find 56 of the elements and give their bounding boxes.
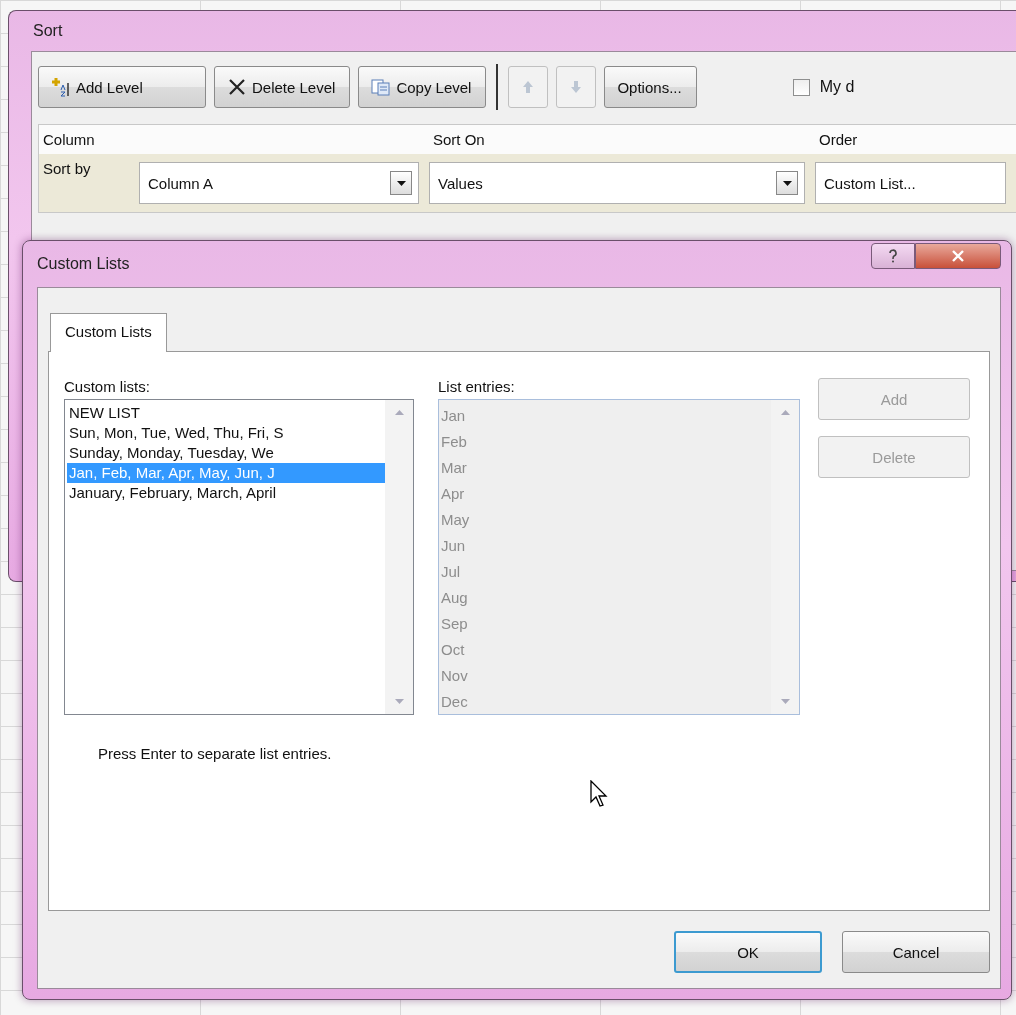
scroll-down-arrow-icon bbox=[780, 699, 790, 704]
toolbar-button[interactable]: Delete Level bbox=[214, 66, 351, 108]
dropdown-arrow-icon bbox=[782, 180, 792, 186]
toolbar-button[interactable]: Copy Level bbox=[358, 66, 487, 108]
order-dropdown[interactable]: Custom List... bbox=[815, 162, 1006, 204]
checkbox[interactable] bbox=[792, 78, 810, 96]
list-item[interactable]: Sunday, Monday, Tuesday, We bbox=[67, 443, 385, 463]
dropdown-arrow-icon bbox=[396, 180, 406, 186]
scroll-up-arrow-icon bbox=[780, 410, 790, 415]
toolbar-button[interactable]: Options... bbox=[604, 66, 697, 108]
close-button[interactable] bbox=[915, 243, 1001, 269]
list-entry: Dec bbox=[441, 692, 469, 712]
list-entry: May bbox=[441, 510, 471, 530]
question-mark-icon bbox=[888, 249, 898, 263]
scroll-down-arrow-icon bbox=[394, 699, 404, 704]
mouse-cursor-icon bbox=[590, 780, 608, 808]
list-item[interactable]: January, February, March, April bbox=[67, 483, 385, 503]
list-entry: Aug bbox=[441, 588, 469, 608]
add-level-icon bbox=[51, 77, 71, 97]
help-button[interactable] bbox=[871, 243, 915, 269]
copy-icon bbox=[371, 77, 392, 97]
scroll-up-arrow-icon bbox=[394, 410, 404, 415]
list-entry: Apr bbox=[441, 484, 466, 504]
window-title: Sort bbox=[33, 22, 63, 40]
scrollbar[interactable] bbox=[385, 400, 413, 714]
custom-lists-listbox[interactable]: NEW LIST Sun, Mon, Tue, Wed, Thu, Fri, S Sunday, Monday, Tuesday, We Jan, Feb, Mar, Apr, May, Jun, J January, February, March, April bbox=[64, 399, 414, 715]
list-entry: Jan bbox=[441, 406, 467, 426]
up-arrow-icon bbox=[522, 80, 535, 94]
x-icon bbox=[227, 77, 247, 97]
field-label: List entries: bbox=[438, 378, 516, 395]
window-title: Custom Lists bbox=[37, 255, 130, 273]
list-entry: Feb bbox=[441, 432, 468, 452]
down-arrow-icon bbox=[570, 80, 583, 94]
field-label: Custom lists: bbox=[64, 378, 151, 395]
sort-on-dropdown[interactable]: Values bbox=[429, 162, 805, 204]
list-entry: Jul bbox=[441, 562, 462, 582]
sort-level-row[interactable]: Sort by Column A Values Custom List... bbox=[39, 154, 1016, 212]
list-entry: Nov bbox=[441, 666, 469, 686]
column-dropdown[interactable]: Column A bbox=[139, 162, 419, 204]
column-header: Sort On bbox=[429, 125, 815, 154]
hint-text: Press Enter to separate list entries. bbox=[98, 745, 333, 762]
column-header: Order bbox=[815, 125, 1016, 154]
column-header: Column bbox=[39, 125, 429, 154]
list-entry: Jun bbox=[441, 536, 467, 556]
list-item[interactable]: Sun, Mon, Tue, Wed, Thu, Fri, S bbox=[67, 423, 385, 443]
close-icon bbox=[951, 250, 965, 262]
list-entry: Oct bbox=[441, 640, 466, 660]
checkbox-label: My d bbox=[819, 78, 855, 96]
list-item[interactable]: NEW LIST bbox=[67, 403, 385, 423]
tab[interactable]: Custom Lists bbox=[50, 313, 167, 352]
dialog-button[interactable]: OK bbox=[674, 931, 822, 973]
row-label: Sort by bbox=[42, 159, 92, 179]
list-entry: Mar bbox=[441, 458, 468, 478]
dialog-button[interactable]: Cancel bbox=[842, 931, 990, 973]
list-entry: Sep bbox=[441, 614, 469, 634]
toolbar-button[interactable]: Add Level bbox=[38, 66, 206, 108]
